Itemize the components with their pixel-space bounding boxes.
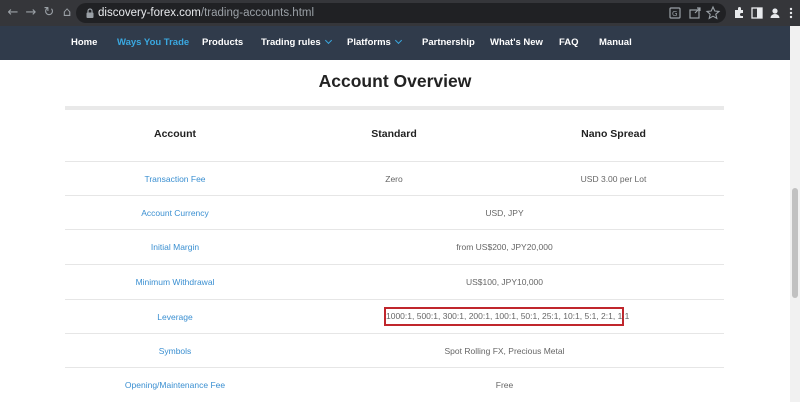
extensions-icon[interactable] [730,4,748,22]
shared-value: Free [495,380,514,390]
menu-kebab-icon[interactable] [782,4,800,22]
nav-ways-you-trade[interactable]: Ways You Trade [117,26,189,60]
row-label-transaction-fee[interactable]: Transaction Fee [65,162,285,196]
share-icon[interactable] [686,4,704,22]
nav-products[interactable]: Products [202,26,243,60]
header-account: Account [154,128,196,140]
nav-faq[interactable]: FAQ [559,26,579,60]
home-icon[interactable]: ⌂ [58,4,76,22]
chevron-down-icon [394,36,402,45]
nano-value: USD 3.00 per Lot [580,174,647,184]
table-row: Symbols Spot Rolling FX, Precious Metal [65,333,724,367]
table-row: Transaction Fee Zero USD 3.00 per Lot [65,161,724,195]
header-standard: Standard [371,128,417,140]
nav-manual[interactable]: Manual [599,26,632,60]
lock-icon [86,8,94,18]
row-label-initial-margin[interactable]: Initial Margin [65,230,285,264]
browser-toolbar: ← → ↻ ⌂ discovery-forex.com/trading-acco… [0,0,800,26]
site-navbar: Home Ways You Trade Products Trading rul… [0,26,790,60]
table-row: Account Currency USD, JPY [65,195,724,229]
shared-value: USD, JPY [485,208,524,218]
table-row: Initial Margin from US$200, JPY20,000 [65,229,724,263]
row-label-minimum-withdrawal[interactable]: Minimum Withdrawal [65,265,285,299]
nav-platforms[interactable]: Platforms [347,26,402,60]
nav-partnership[interactable]: Partnership [422,26,475,60]
table-row: Minimum Withdrawal US$100, JPY10,000 [65,264,724,298]
reload-icon[interactable]: ↻ [40,4,58,22]
page-scrollbar[interactable] [790,26,800,402]
row-label-symbols[interactable]: Symbols [65,334,285,368]
shared-value: from US$200, JPY20,000 [456,242,553,252]
svg-text:G: G [672,10,677,18]
nav-whats-new[interactable]: What's New [490,26,543,60]
translate-icon[interactable]: G [666,4,684,22]
table-row: Opening/Maintenance Fee Free [65,367,724,401]
url-text: discovery-forex.com/trading-accounts.htm… [98,7,315,19]
header-nano-spread: Nano Spread [581,128,646,140]
forward-arrow-icon[interactable]: → [22,4,40,22]
row-label-account-currency[interactable]: Account Currency [65,196,285,230]
row-label-leverage[interactable]: Leverage [65,300,285,334]
page-title: Account Overview [318,71,472,91]
chevron-down-icon [324,36,332,45]
shared-value: Spot Rolling FX, Precious Metal [444,346,565,356]
back-arrow-icon[interactable]: ← [4,4,22,22]
address-bar[interactable]: discovery-forex.com/trading-accounts.htm… [76,3,726,23]
title-divider [65,106,724,110]
sidepanel-icon[interactable] [748,4,766,22]
leverage-value: 1000:1, 500:1, 300:1, 200:1, 100:1, 50:1… [386,311,630,321]
scrollbar-thumb[interactable] [792,188,798,298]
star-icon[interactable] [704,4,722,22]
nav-home[interactable]: Home [71,26,97,60]
shared-value: US$100, JPY10,000 [465,277,544,287]
nav-trading-rules[interactable]: Trading rules [261,26,332,60]
standard-value: Zero [385,174,403,184]
row-label-opening-maintenance-fee[interactable]: Opening/Maintenance Fee [65,368,285,402]
